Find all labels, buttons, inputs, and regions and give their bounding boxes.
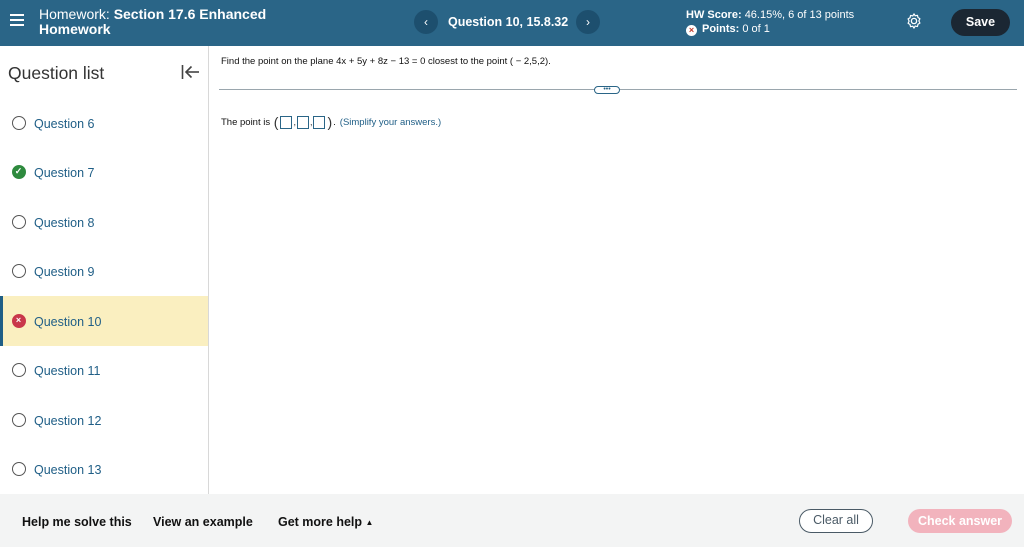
gear-icon[interactable] <box>905 12 923 30</box>
question-panel: Find the point on the plane 4x + 5y + 8z… <box>209 46 1024 494</box>
question-nav-label: Question 10, 15.8.32 <box>448 15 569 29</box>
more-options-handle[interactable]: ••• <box>594 86 620 94</box>
question-label: Question 7 <box>34 166 95 180</box>
check-answer-button[interactable]: Check answer <box>908 509 1012 533</box>
question-item-7[interactable]: ✓ Question 7 <box>0 147 208 197</box>
hw-score-value: 46.15%, 6 of 13 points <box>744 9 855 21</box>
close-paren: ) <box>327 114 333 130</box>
question-label: Question 11 <box>34 364 101 378</box>
question-label: Question 10 <box>34 315 102 329</box>
footer-bar: Help me solve this View an example Get m… <box>0 494 1024 547</box>
points-label: Points: <box>702 23 740 35</box>
answer-input-z[interactable] <box>313 115 326 129</box>
comma: , <box>293 117 296 127</box>
question-item-6[interactable]: Question 6 <box>0 98 208 148</box>
answer-input-x[interactable] <box>280 115 293 129</box>
top-bar: Homework: Section 17.6 Enhanced Homework… <box>0 0 1024 46</box>
question-item-10[interactable]: × Question 10 <box>0 296 208 346</box>
comma: , <box>309 117 313 127</box>
caret-up-icon: ▲ <box>365 518 374 527</box>
question-item-11[interactable]: Question 11 <box>0 345 208 395</box>
answer-line: The point is ( , , ) . (Simplify your an… <box>221 114 441 130</box>
question-item-12[interactable]: Question 12 <box>0 395 208 445</box>
collapse-sidebar-icon[interactable] <box>181 64 200 80</box>
help-me-solve-button[interactable]: Help me solve this <box>22 515 132 529</box>
score-panel: HW Score: 46.15%, 6 of 13 points × Points… <box>686 8 854 36</box>
title-section: Section 17.6 Enhanced <box>113 6 267 22</box>
unanswered-icon <box>12 413 26 427</box>
unanswered-icon <box>12 462 26 476</box>
question-item-9[interactable]: Question 9 <box>0 246 208 296</box>
unanswered-icon <box>12 116 26 130</box>
answer-hint: (Simplify your answers.) <box>339 116 442 128</box>
menu-icon[interactable] <box>10 14 24 28</box>
answer-suffix: . <box>333 116 336 128</box>
question-label: Question 12 <box>34 414 102 428</box>
check-icon: ✓ <box>12 165 26 179</box>
question-item-8[interactable]: Question 8 <box>0 197 208 247</box>
answer-prefix: The point is <box>221 116 271 128</box>
question-label: Question 13 <box>34 463 102 477</box>
unanswered-icon <box>12 264 26 278</box>
question-item-13[interactable]: Question 13 <box>0 444 208 494</box>
chevron-left-icon[interactable]: ‹ <box>414 10 438 34</box>
question-text: Find the point on the plane 4x + 5y + 8z… <box>221 56 551 67</box>
question-label: Question 9 <box>34 265 95 279</box>
save-button[interactable]: Save <box>951 9 1010 36</box>
points-value: 0 of 1 <box>742 23 770 35</box>
title-homework: Homework <box>39 21 111 37</box>
question-list-sidebar: Question list Question 6 ✓ Question 7 Qu… <box>0 46 209 494</box>
clear-all-button[interactable]: Clear all <box>799 509 873 533</box>
hw-score-label: HW Score: <box>686 9 742 21</box>
unanswered-icon <box>12 363 26 377</box>
question-label: Question 8 <box>34 216 95 230</box>
get-more-help-button[interactable]: Get more help ▲ <box>278 515 373 529</box>
homework-title: Homework: Section 17.6 Enhanced Homework <box>39 7 299 37</box>
get-more-help-label: Get more help <box>278 515 363 529</box>
view-example-button[interactable]: View an example <box>153 515 253 529</box>
answer-input-y[interactable] <box>296 115 309 129</box>
incorrect-icon: × <box>12 314 26 328</box>
incorrect-icon: × <box>686 25 697 36</box>
chevron-right-icon[interactable]: › <box>576 10 600 34</box>
unanswered-icon <box>12 215 26 229</box>
title-prefix: Homework: <box>39 6 110 22</box>
question-label: Question 6 <box>34 117 95 131</box>
sidebar-title: Question list <box>8 63 105 83</box>
open-paren: ( <box>273 114 279 130</box>
